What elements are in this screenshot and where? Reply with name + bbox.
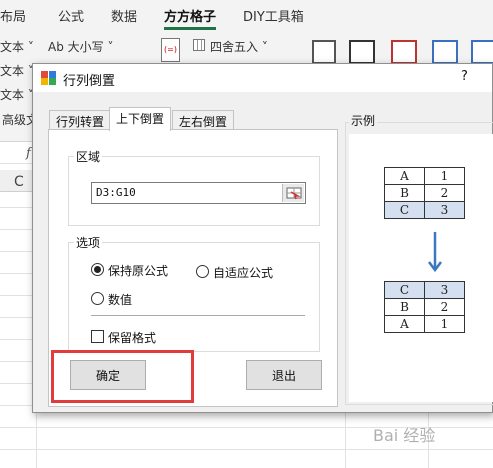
- tab-flip-vertical[interactable]: 上下倒置: [109, 107, 172, 131]
- exit-button[interactable]: 退出: [246, 360, 322, 390]
- ex-before-cell: B: [384, 184, 425, 202]
- keep-format-label[interactable]: 保留格式: [108, 329, 156, 346]
- adaptive-formula-radio[interactable]: [196, 265, 209, 278]
- reverse-dialog: 行列倒置 ? 行列转置 上下倒置 左右倒置 区域 D3:G10 选项 保持原公式…: [32, 63, 493, 413]
- region-group-label: 区域: [74, 148, 103, 165]
- example-before-table: A1 B2 C3: [384, 167, 465, 219]
- ribbon-tab-layout[interactable]: 布局: [0, 6, 26, 25]
- ribbon-left-stub-1[interactable]: 文本 ˅: [0, 38, 34, 55]
- round-button[interactable]: 四舍五入 ˅: [210, 38, 268, 55]
- table-grid-icon[interactable]: [471, 40, 493, 64]
- options-separator: [91, 315, 305, 316]
- table-delete-icon[interactable]: [391, 40, 417, 64]
- options-group-label: 选项: [74, 234, 103, 251]
- round-icon: [193, 39, 205, 51]
- column-header-c[interactable]: C: [14, 174, 24, 190]
- tab-flip-horizontal[interactable]: 左右倒置: [172, 110, 235, 130]
- help-button[interactable]: ?: [461, 69, 468, 84]
- ribbon-left-stub-2[interactable]: 文本 ˅: [0, 62, 34, 79]
- tab-transpose[interactable]: 行列转置: [49, 110, 112, 130]
- ex-before-cell: 2: [424, 184, 465, 202]
- font-case-button[interactable]: Ab 大小写 ˅: [48, 38, 113, 55]
- values-only-label[interactable]: 数值: [108, 291, 132, 308]
- ribbon-tab-diy[interactable]: DIY工具箱: [243, 6, 304, 25]
- ex-after-cell: 1: [424, 315, 465, 333]
- formula-bar-fx: f: [26, 146, 31, 161]
- example-group-label: 示例: [349, 112, 378, 129]
- example-after-table: C3 B2 A1: [384, 281, 465, 333]
- ex-after-cell: A: [384, 315, 425, 333]
- values-only-radio[interactable]: [91, 292, 104, 305]
- watermark: Bai 经验: [373, 426, 436, 445]
- table-arrow-icon[interactable]: [432, 40, 458, 64]
- ex-before-cell: 3: [424, 201, 465, 219]
- document-icon[interactable]: [349, 40, 375, 64]
- dialog-title: 行列倒置: [63, 74, 116, 89]
- ex-before-cell: C: [384, 201, 425, 219]
- example-canvas: A1 B2 C3 C3 B2 A1: [349, 134, 493, 402]
- clipboard-icon[interactable]: [312, 40, 336, 64]
- ex-after-cell: C: [384, 281, 425, 299]
- down-arrow-icon: [428, 232, 442, 273]
- region-input[interactable]: D3:G10: [91, 182, 306, 204]
- range-picker-icon[interactable]: [282, 184, 304, 202]
- keep-formula-radio[interactable]: [91, 263, 104, 276]
- ex-after-cell: 2: [424, 298, 465, 316]
- ex-before-cell: 1: [424, 167, 465, 185]
- options-group: [68, 242, 320, 352]
- ex-after-cell: B: [384, 298, 425, 316]
- app-icon: [41, 71, 56, 85]
- formula-icon[interactable]: (=): [161, 38, 180, 62]
- ribbon-tab-fangfang[interactable]: 方方格子: [164, 6, 216, 25]
- ex-before-cell: A: [384, 167, 425, 185]
- keep-format-checkbox[interactable]: [91, 330, 104, 343]
- ribbon-tab-formula[interactable]: 公式: [58, 6, 84, 25]
- ribbon-left-stub-3[interactable]: 文本 ˅: [0, 86, 34, 103]
- ex-after-cell: 3: [424, 281, 465, 299]
- ribbon-tab-data[interactable]: 数据: [111, 6, 137, 25]
- keep-formula-label[interactable]: 保持原公式: [108, 262, 168, 279]
- annotation-highlight-box: [51, 350, 194, 403]
- adaptive-formula-label[interactable]: 自适应公式: [213, 264, 273, 281]
